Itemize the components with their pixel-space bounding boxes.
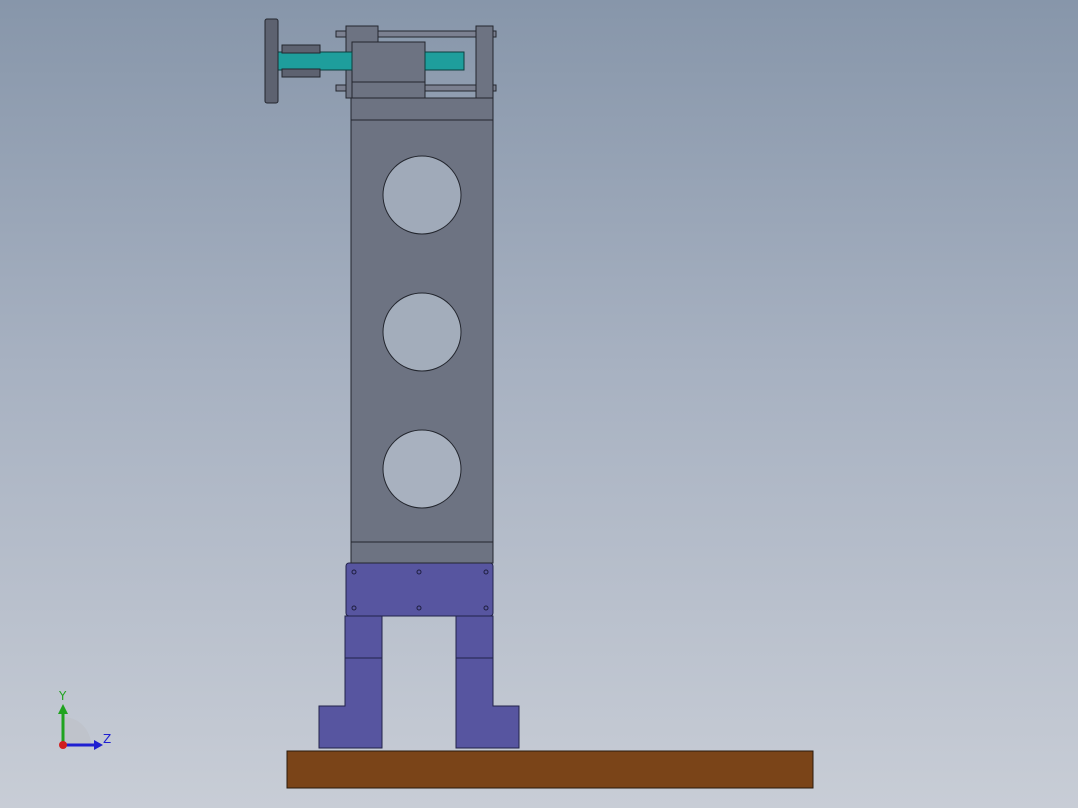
triad-arc [63,717,91,745]
column-hole-bottom[interactable] [382,429,462,509]
column-hole-middle[interactable] [382,292,462,372]
left-leg[interactable] [318,615,383,749]
right-leg[interactable] [455,615,520,749]
screw-collar[interactable] [281,44,321,54]
triad-y-label: Y [58,689,67,703]
clamp-front-plate[interactable] [475,25,494,99]
triad-z-arrow [94,740,103,750]
screw-collar-lower [281,68,321,78]
column-hole-top[interactable] [382,155,462,235]
triad-x-axis [59,741,67,749]
lead-screw-left[interactable] [277,51,353,71]
triad-z-label: Z [103,732,111,746]
sliding-jaw[interactable] [351,41,426,99]
floor-board[interactable] [286,750,814,789]
coordinate-triad-icon: Y Z [58,689,111,750]
triad-y-arrow [58,704,68,714]
lead-screw-right[interactable] [424,51,465,71]
cad-model-scene[interactable]: Y Z [0,0,1078,808]
mount-plate[interactable] [345,562,494,617]
cad-graphics-viewport[interactable]: Y Z [0,0,1078,808]
handwheel[interactable] [264,18,279,104]
